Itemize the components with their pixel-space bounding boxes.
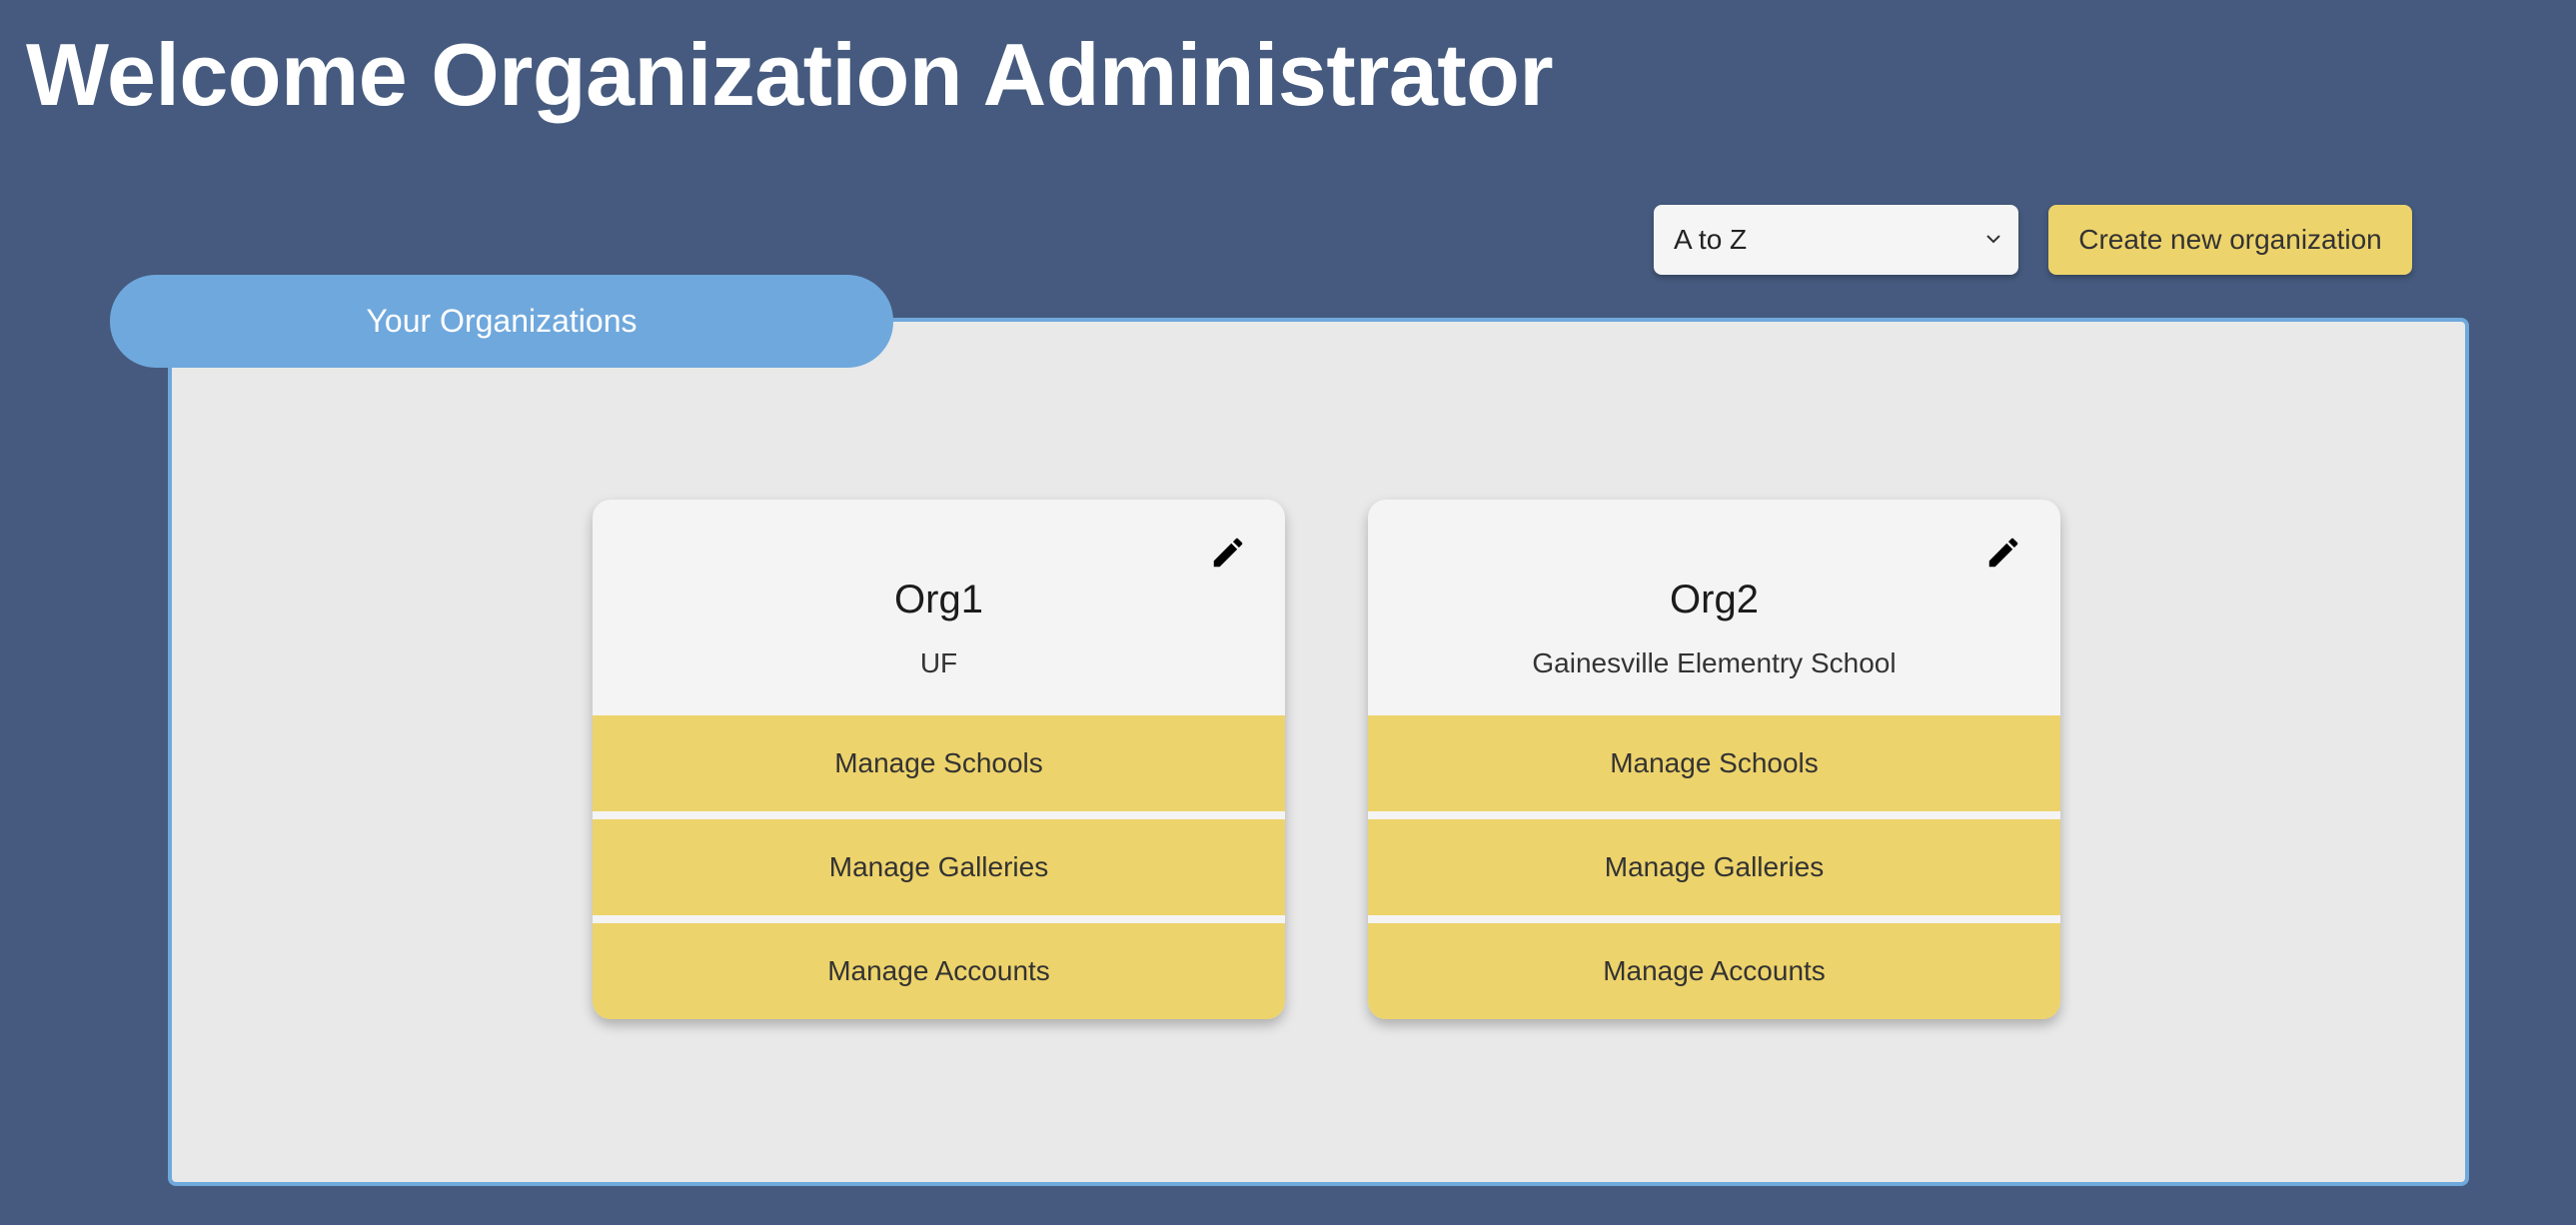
organizations-panel xyxy=(168,318,2469,1186)
manage-galleries-button[interactable]: Manage Galleries xyxy=(1368,819,2060,915)
sort-select[interactable]: A to Z xyxy=(1654,205,2018,275)
manage-galleries-button[interactable]: Manage Galleries xyxy=(593,819,1285,915)
organization-school: UF xyxy=(919,647,958,678)
sort-select-value: A to Z xyxy=(1674,224,1748,255)
page-title: Welcome Organization Administrator xyxy=(26,25,1554,124)
organization-card: Org2 Gainesville Elementry School Manage… xyxy=(1368,500,2060,1019)
your-organizations-tab: Your Organizations xyxy=(110,275,893,368)
create-organization-button[interactable]: Create new organization xyxy=(2048,205,2412,275)
pencil-icon[interactable] xyxy=(1984,534,2022,572)
card-header: Org1 UF xyxy=(593,500,1285,715)
organization-name: Org2 xyxy=(1670,578,1759,621)
manage-accounts-button[interactable]: Manage Accounts xyxy=(593,923,1285,1019)
manage-schools-button[interactable]: Manage Schools xyxy=(593,715,1285,811)
organization-school: Gainesville Elementry School xyxy=(1532,647,1897,678)
manage-accounts-button[interactable]: Manage Accounts xyxy=(1368,923,2060,1019)
chevron-down-icon xyxy=(1986,235,2000,244)
organization-name: Org1 xyxy=(894,578,983,621)
pencil-icon[interactable] xyxy=(1209,534,1247,572)
card-header: Org2 Gainesville Elementry School xyxy=(1368,500,2060,715)
organization-card: Org1 UF Manage Schools Manage Galleries … xyxy=(593,500,1285,1019)
manage-schools-button[interactable]: Manage Schools xyxy=(1368,715,2060,811)
